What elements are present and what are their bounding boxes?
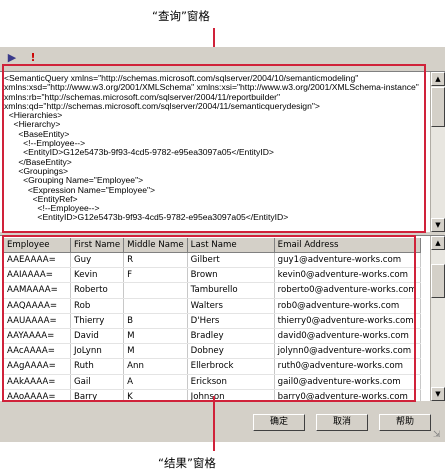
query-pane-highlight — [2, 64, 426, 233]
scroll-up-icon[interactable]: ▲ — [431, 72, 445, 86]
scroll-up-icon[interactable]: ▲ — [431, 236, 445, 250]
scroll-thumb[interactable] — [431, 264, 445, 298]
resize-grip-icon[interactable]: ⇲ — [433, 430, 443, 440]
query-pane-callout: “查询”窗格 — [152, 9, 210, 23]
scroll-thumb[interactable] — [431, 87, 445, 127]
cancel-button[interactable]: 取消 — [316, 414, 368, 431]
results-pane-highlight — [2, 235, 416, 402]
dialog-button-bar: 确定 取消 帮助 ⇲ — [0, 402, 445, 442]
scroll-down-icon[interactable]: ▼ — [431, 218, 445, 232]
help-button[interactable]: 帮助 — [379, 414, 431, 431]
scroll-down-icon[interactable]: ▼ — [431, 387, 445, 401]
results-vertical-scrollbar[interactable]: ▲ ▼ — [430, 236, 445, 401]
query-vertical-scrollbar[interactable]: ▲ ▼ — [430, 72, 445, 232]
exclamation-icon[interactable]: ! — [26, 51, 40, 65]
ok-button[interactable]: 确定 — [253, 414, 305, 431]
results-callout-line — [213, 396, 215, 451]
run-query-icon[interactable]: ▶ — [5, 51, 19, 65]
results-pane-callout: “结果”窗格 — [158, 456, 216, 470]
